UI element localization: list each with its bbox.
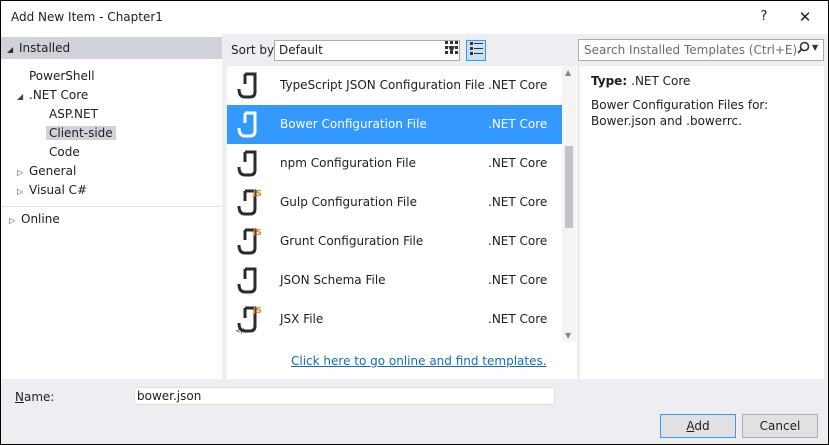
template-category: .NET Core: [488, 78, 548, 92]
tree-item-installed[interactable]: ◢ Installed: [1, 37, 222, 59]
template-category: .NET Core: [488, 273, 548, 287]
template-item[interactable]: JS Grunt Configuration File .NET Core: [227, 222, 562, 261]
template-description: Bower Configuration Files for: Bower.jso…: [591, 98, 769, 128]
js-file-icon: JS: [237, 228, 262, 255]
template-category: .NET Core: [488, 156, 548, 170]
find-templates-online-link[interactable]: Click here to go online and find templat…: [291, 354, 547, 368]
dialog-footer: Name: Add Cancel: [1, 379, 828, 444]
help-button[interactable]: ?: [753, 6, 775, 28]
collapsed-arrow-icon[interactable]: ▷: [9, 211, 21, 230]
template-name: Gulp Configuration File: [280, 195, 417, 209]
template-name: Grunt Configuration File: [280, 234, 424, 248]
svg-text:</>: </>: [236, 327, 249, 334]
category-tree: ◢ Installed PowerShell ◢ .NET Core ASP.NET…: [1, 34, 222, 379]
template-type: Type: .NET Core: [591, 74, 690, 88]
template-name: JSON Schema File: [280, 273, 386, 287]
add-new-item-dialog: Add New Item - Chapter1 ? ✕ ◢ Installed P…: [0, 0, 829, 445]
expanded-arrow-icon[interactable]: ◢: [7, 39, 19, 61]
tree-item-powershell[interactable]: PowerShell: [29, 67, 95, 86]
search-dropdown-arrow-icon[interactable]: ▼: [812, 43, 818, 52]
template-category: .NET Core: [488, 234, 548, 248]
grid-view-icon: [444, 41, 458, 54]
template-name: JSX File: [280, 312, 324, 326]
template-name: TypeScript JSON Configuration File: [280, 78, 485, 92]
title-bar: Add New Item - Chapter1 ? ✕: [1, 1, 828, 34]
sort-by-label: Sort by:: [231, 43, 278, 57]
grid-view-button[interactable]: [441, 40, 461, 61]
template-item[interactable]: TypeScript JSON Configuration File .NET C…: [227, 66, 562, 105]
tree-item-visual-cs[interactable]: ▷ Visual C#: [17, 181, 87, 200]
template-list: TypeScript JSON Configuration File .NET C…: [227, 66, 562, 342]
tree-item-net-core[interactable]: ◢ .NET Core: [17, 86, 88, 105]
close-button[interactable]: ✕: [794, 6, 816, 28]
tree-item-code[interactable]: Code: [49, 143, 80, 162]
search-templates-box[interactable]: Search Installed Templates (Ctrl+E) ▼: [578, 39, 824, 61]
svg-text:JS: JS: [252, 228, 262, 237]
magnifier-icon: [797, 41, 810, 54]
json-file-icon: [237, 72, 257, 99]
json-file-icon: [237, 267, 257, 294]
tree-item-general[interactable]: ▷ General: [17, 162, 76, 181]
scroll-down-arrow-icon[interactable]: ▼: [565, 331, 571, 340]
template-details-panel: Type: .NET Core Bower Configuration Files…: [580, 66, 824, 379]
tree-item-online[interactable]: ▷ Online: [9, 210, 60, 229]
template-list-scrollbar[interactable]: ▲ ▼: [562, 66, 576, 342]
template-category: .NET Core: [488, 117, 548, 131]
template-category: .NET Core: [488, 195, 548, 209]
svg-text:JS: JS: [252, 306, 262, 315]
expanded-arrow-icon[interactable]: ◢: [17, 87, 29, 106]
tree-item-client-side[interactable]: Client-side: [46, 124, 116, 143]
svg-text:JS: JS: [252, 189, 262, 198]
cancel-button[interactable]: Cancel: [742, 414, 818, 438]
add-button[interactable]: Add: [660, 414, 736, 438]
tree-item-aspnet[interactable]: ASP.NET: [49, 105, 98, 124]
search-icon[interactable]: [797, 41, 810, 58]
type-label: Type:: [591, 74, 628, 88]
list-view-icon: [469, 42, 483, 55]
template-item[interactable]: JSON Schema File .NET Core: [227, 261, 562, 300]
tree-divider: [1, 206, 222, 207]
json-file-icon: [237, 150, 257, 177]
type-value: .NET Core: [631, 74, 691, 88]
json-file-icon: [237, 111, 257, 138]
template-name: Bower Configuration File: [280, 117, 427, 131]
template-item[interactable]: JS </> JSX File .NET Core: [227, 300, 562, 339]
template-list-panel: TypeScript JSON Configuration File .NET C…: [227, 66, 577, 379]
scrollbar-thumb[interactable]: [565, 146, 573, 228]
js-file-icon: JS: [237, 189, 262, 216]
template-category: .NET Core: [488, 312, 548, 326]
search-placeholder: Search Installed Templates (Ctrl+E): [584, 43, 798, 57]
window-title: Add New Item - Chapter1: [11, 10, 163, 24]
name-input[interactable]: [134, 387, 555, 405]
collapsed-arrow-icon[interactable]: ▷: [17, 182, 29, 201]
template-item[interactable]: npm Configuration File .NET Core: [227, 144, 562, 183]
template-name: npm Configuration File: [280, 156, 417, 170]
list-view-button[interactable]: [466, 40, 486, 61]
collapsed-arrow-icon[interactable]: ▷: [17, 163, 29, 182]
template-item[interactable]: Bower Configuration File .NET Core: [227, 105, 562, 144]
sort-by-dropdown[interactable]: Default ▼: [274, 40, 460, 61]
sort-toolbar: Sort by: Default ▼: [226, 39, 573, 63]
scroll-up-arrow-icon[interactable]: ▲: [565, 68, 571, 77]
name-label: Name:: [15, 390, 55, 404]
template-item[interactable]: JS Gulp Configuration File .NET Core: [227, 183, 562, 222]
jsx-file-icon: JS </>: [236, 306, 262, 334]
